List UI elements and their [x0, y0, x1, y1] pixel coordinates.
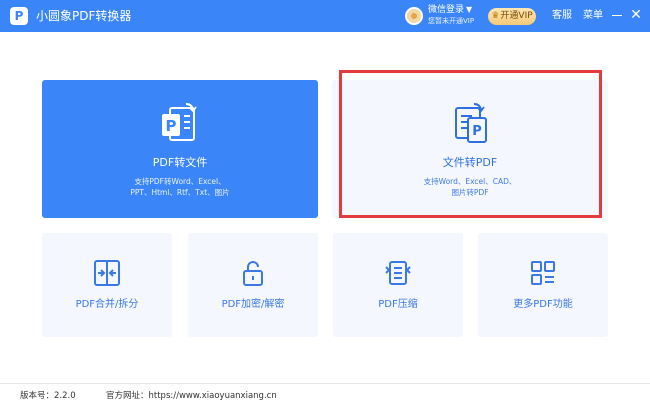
avatar[interactable]: [405, 7, 423, 25]
compress-card[interactable]: PDF压缩: [333, 233, 463, 337]
merge-split-icon: [94, 260, 120, 286]
svg-text:P: P: [166, 117, 177, 135]
unlock-icon: [243, 261, 263, 286]
encrypt-decrypt-card[interactable]: PDF加密/解密: [188, 233, 318, 337]
close-icon[interactable]: ✕: [628, 5, 644, 25]
title-bar: P 小圆象PDF转换器 微信登录 ▼ 您暂未开通VIP ♛开通VIP 客服 菜单…: [0, 0, 650, 32]
pdf-to-file-icon: P: [162, 103, 197, 141]
more-features-label: 更多PDF功能: [513, 299, 573, 310]
vip-status-text: 您暂未开通VIP: [428, 17, 475, 25]
wechat-login-link[interactable]: 微信登录: [428, 5, 464, 16]
footer-divider: [0, 383, 650, 384]
compress-label: PDF压缩: [378, 299, 418, 310]
minimize-icon[interactable]: [612, 15, 622, 16]
app-logo: P: [10, 7, 28, 25]
website-link[interactable]: 官方网址：https://www.xiaoyuanxiang.cn: [106, 391, 277, 401]
pdf-to-file-desc-2: PPT、Html、Rtf、Txt、图片: [130, 188, 230, 197]
customer-service-button[interactable]: 客服: [552, 10, 572, 22]
merge-split-card[interactable]: PDF合并/拆分: [42, 233, 172, 337]
pdf-to-file-title: PDF转文件: [152, 156, 208, 169]
app-logo-letter: P: [14, 9, 24, 23]
menu-button[interactable]: 菜单: [583, 10, 603, 22]
pdf-to-file-card[interactable]: P PDF转文件 支持PDF转Word、Excel、 PPT、Html、Rtf、…: [42, 80, 318, 218]
version-text: 版本号：2.2.0: [20, 391, 76, 401]
open-vip-label: 开通VIP: [500, 11, 533, 21]
more-features-card[interactable]: 更多PDF功能: [478, 233, 608, 337]
chevron-down-icon[interactable]: ▼: [466, 6, 472, 14]
grid-icon: [531, 261, 555, 285]
compress-icon: [385, 261, 411, 285]
open-vip-button[interactable]: ♛开通VIP: [488, 8, 536, 25]
encrypt-decrypt-label: PDF加密/解密: [221, 299, 285, 310]
pdf-to-file-desc-1: 支持PDF转Word、Excel、: [134, 177, 226, 186]
crown-icon: ♛: [491, 11, 500, 21]
app-title: 小圆象PDF转换器: [36, 9, 132, 23]
merge-split-label: PDF合并/拆分: [75, 299, 139, 310]
selection-highlight: [339, 70, 602, 218]
